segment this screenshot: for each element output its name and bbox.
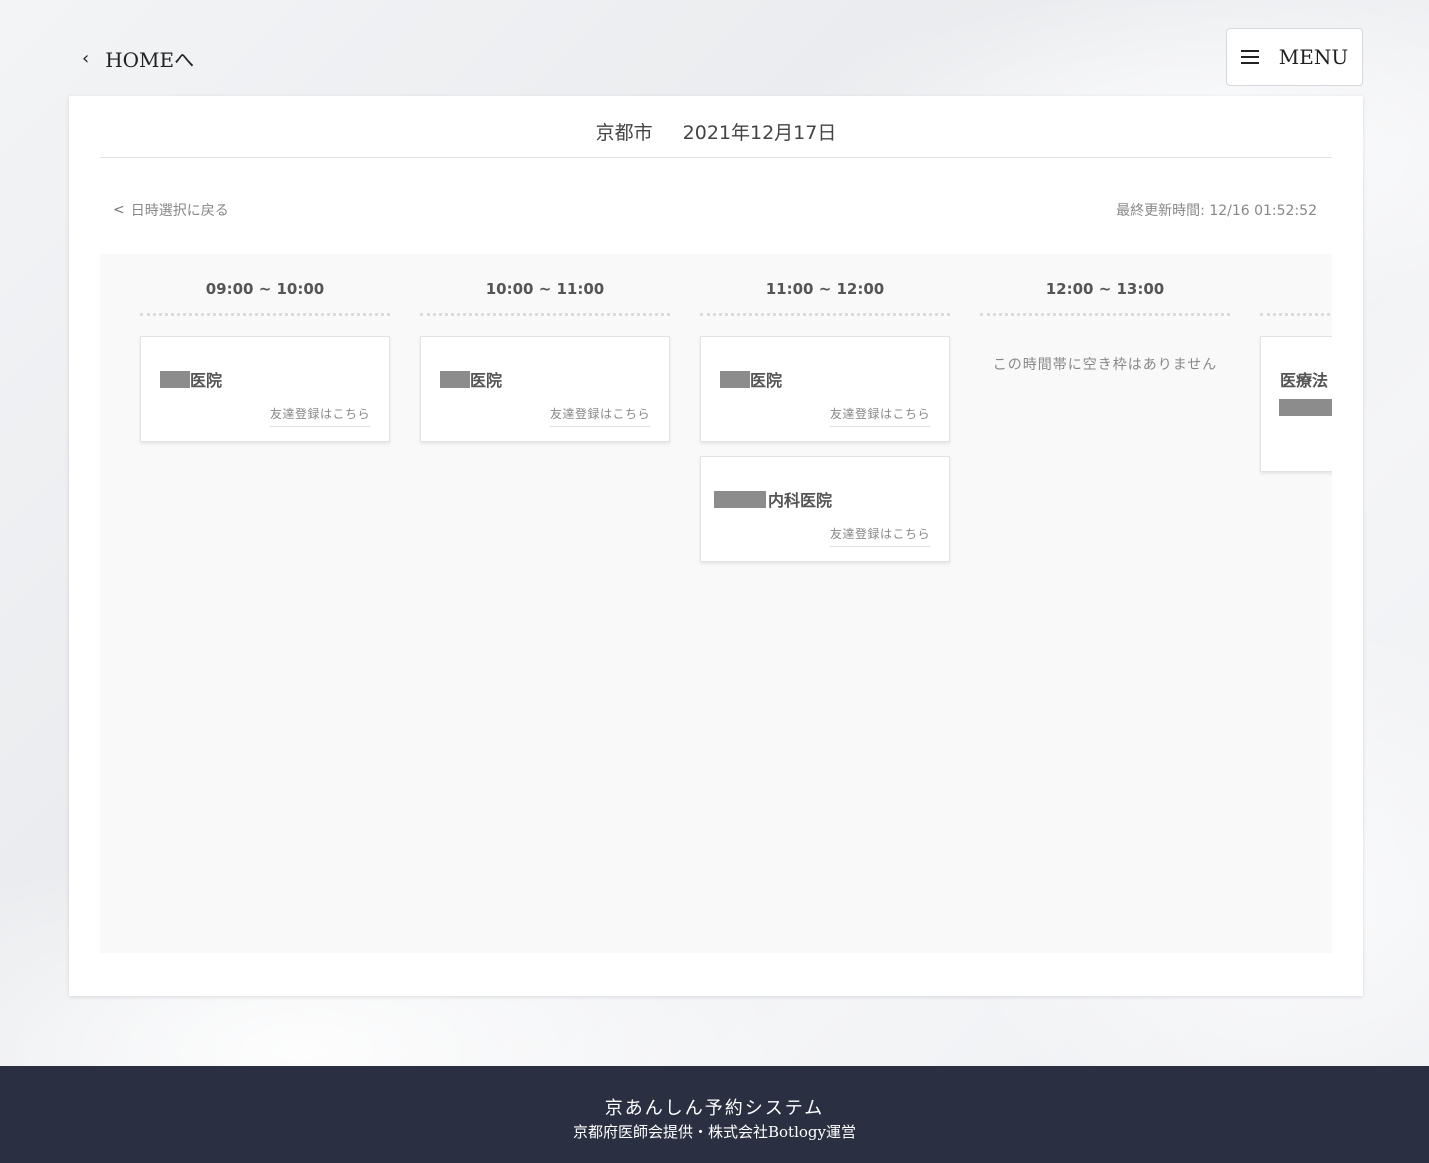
time-slot-header: 12:00 ~ 13:00 — [980, 254, 1230, 316]
redacted-text — [160, 370, 190, 388]
clinic-name-suffix: 医院 — [190, 371, 223, 390]
friend-register-link[interactable]: 友達登録はこちら — [549, 405, 650, 427]
footer-subtitle: 京都府医師会提供・株式会社Botlogy運営 — [573, 1123, 856, 1141]
clinic-card[interactable]: 医院 友達登録はこちら — [140, 336, 390, 442]
menu-button[interactable]: MENU — [1226, 28, 1363, 86]
time-slot-column: 11:00 ~ 12:00 医院 友達登録はこちら 内科医院 友達登録はこちら — [700, 254, 950, 562]
page-title: 京都市 2021年12月17日 — [100, 96, 1332, 158]
back-to-date-selection-link[interactable]: < 日時選択に戻る — [113, 200, 229, 220]
clinic-name-suffix: 内科医院 — [768, 491, 833, 510]
clinic-name: 医院 — [440, 367, 502, 391]
last-updated-time: 最終更新時間: 12/16 01:52:52 — [1116, 203, 1317, 219]
home-label: HOMEへ — [105, 47, 195, 72]
clinic-name-suffix: 医院 — [750, 371, 783, 390]
friend-register-link[interactable]: 友達登録はこちら — [269, 405, 370, 427]
time-slot-header — [1260, 254, 1332, 316]
time-slot-column: 12:00 ~ 13:00 この時間帯に空き枠はありません — [980, 254, 1230, 374]
clinic-name: 医院 — [720, 367, 782, 391]
hamburger-icon — [1240, 50, 1259, 64]
chevron-left-icon: ‹ — [82, 47, 90, 69]
clinic-name: 内科医院 — [714, 487, 832, 511]
time-slot-column: 10:00 ~ 11:00 医院 友達登録はこちら — [420, 254, 670, 442]
footer: 京あんしん予約システム 京都府医師会提供・株式会社Botlogy運営 — [0, 1066, 1429, 1163]
city-name: 京都市 — [595, 122, 653, 144]
clinic-name: 医療法 — [1280, 367, 1328, 391]
no-availability-message: この時間帯に空き枠はありません — [992, 357, 1218, 373]
clinic-name-suffix: 医院 — [470, 371, 503, 390]
redacted-text — [440, 370, 470, 388]
clinic-card[interactable]: 医療法 — [1260, 336, 1332, 472]
clinic-card[interactable]: 内科医院 友達登録はこちら — [700, 456, 950, 562]
time-slot-grid[interactable]: 09:00 ~ 10:00 医院 友達登録はこちら 10:00 ~ 11:00 … — [100, 254, 1332, 953]
friend-register-link[interactable]: 友達登録はこちら — [829, 405, 930, 427]
menu-label: MENU — [1278, 45, 1349, 69]
home-link[interactable]: ‹ HOMEへ — [82, 40, 194, 76]
time-slot-header: 11:00 ~ 12:00 — [700, 254, 950, 316]
back-label: 日時選択に戻る — [130, 203, 229, 219]
clinic-name: 医院 — [160, 367, 222, 391]
time-slot-header: 09:00 ~ 10:00 — [140, 254, 390, 316]
redacted-text — [1279, 399, 1332, 416]
time-slot-header: 10:00 ~ 11:00 — [420, 254, 670, 316]
time-slot-column: 09:00 ~ 10:00 医院 友達登録はこちら — [140, 254, 390, 442]
friend-register-link[interactable]: 友達登録はこちら — [829, 525, 930, 547]
footer-title: 京あんしん予約システム — [604, 1098, 825, 1119]
selected-date: 2021年12月17日 — [682, 122, 837, 144]
clinic-card[interactable]: 医院 友達登録はこちら — [700, 336, 950, 442]
time-slot-column: 医療法 — [1260, 254, 1332, 472]
chevron-left-icon: < — [113, 202, 125, 218]
clinic-card[interactable]: 医院 友達登録はこちら — [420, 336, 670, 442]
redacted-text — [714, 490, 766, 508]
redacted-text — [720, 370, 750, 388]
clinic-name-text: 医療法 — [1280, 371, 1329, 390]
schedule-card: 京都市 2021年12月17日 < 日時選択に戻る 最終更新時間: 12/16 … — [69, 96, 1363, 996]
